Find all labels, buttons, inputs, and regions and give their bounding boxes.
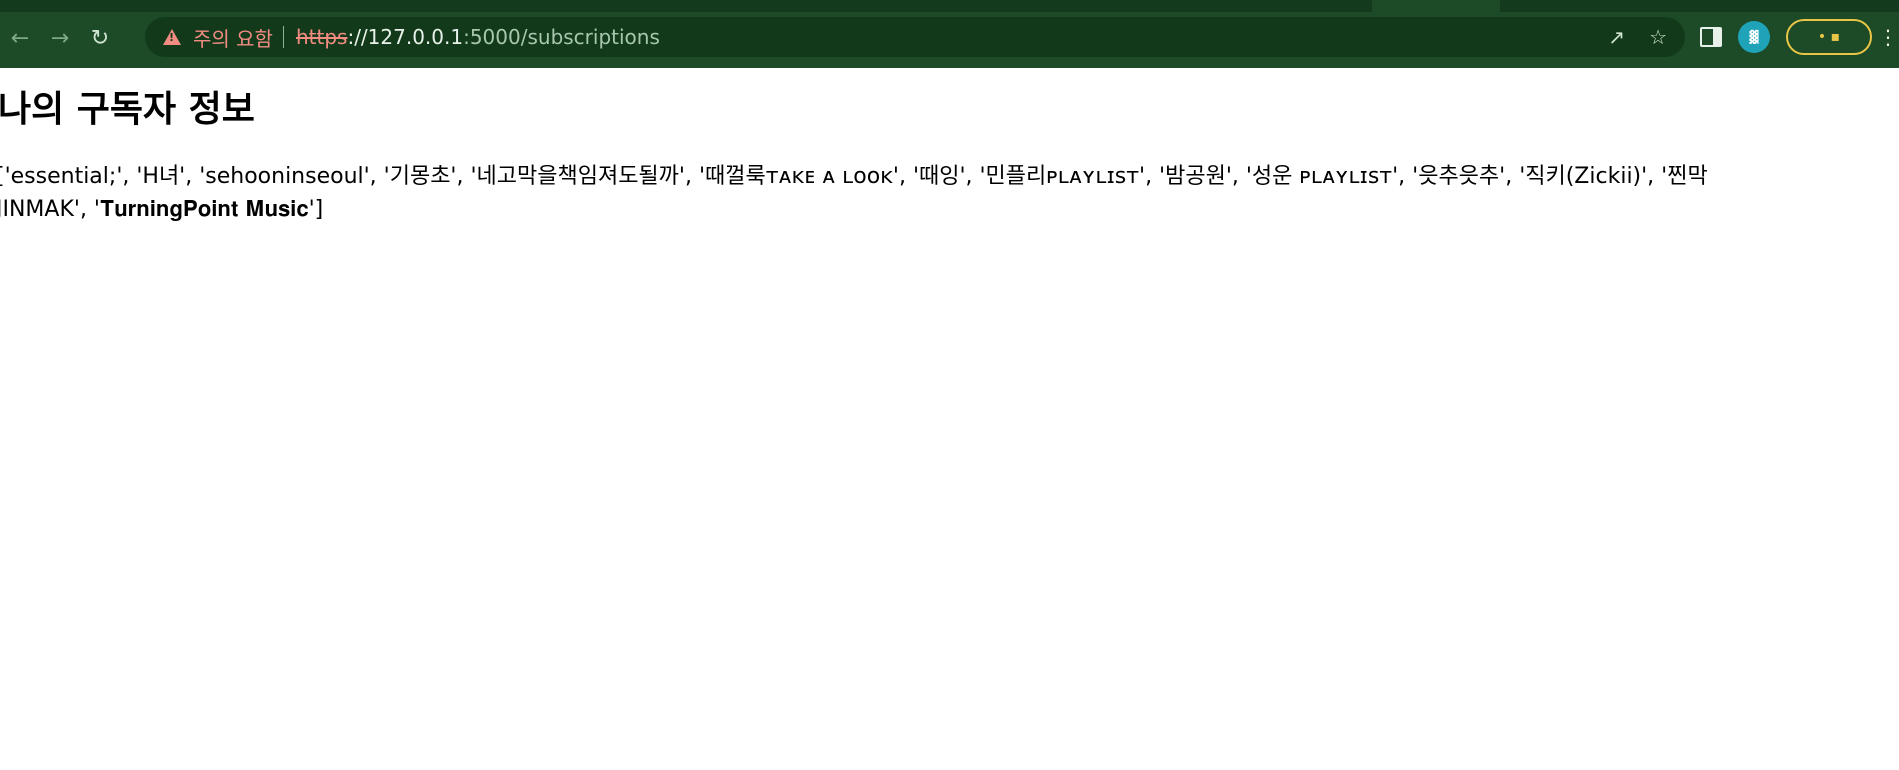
forward-icon[interactable]: →	[40, 18, 80, 58]
subscriptions-list-text: ['essential;', 'H녀', 'sehooninseoul', '기…	[0, 164, 1708, 222]
profile-avatar[interactable]: • ▪	[1786, 19, 1872, 55]
browser-chrome: ← → ↻ 주의 요함 https://127.0.0.1:5000/subsc…	[0, 0, 1899, 69]
active-tab[interactable]	[1372, 0, 1500, 12]
security-status-label[interactable]: 주의 요함	[193, 23, 273, 52]
url-scheme: https	[295, 25, 348, 49]
bookmark-star-icon[interactable]: ☆	[1649, 25, 1667, 49]
address-bar-actions: ↗ ☆	[1608, 17, 1667, 57]
reload-icon[interactable]: ↻	[80, 18, 120, 58]
share-icon[interactable]: ↗	[1608, 25, 1625, 49]
url-path: :5000/subscriptions	[463, 25, 660, 49]
side-panel-icon[interactable]	[1700, 27, 1722, 47]
page-title: 나의 구독자 정보	[0, 89, 255, 130]
tab-strip	[0, 0, 1899, 12]
url-text[interactable]: https://127.0.0.1:5000/subscriptions	[296, 25, 660, 49]
address-divider	[282, 26, 284, 48]
warning-icon[interactable]	[163, 29, 181, 45]
browser-toolbar: ← → ↻ 주의 요함 https://127.0.0.1:5000/subsc…	[0, 12, 1899, 64]
menu-dots-icon[interactable]: ⋮	[1878, 25, 1898, 49]
address-bar[interactable]: 주의 요함 https://127.0.0.1:5000/subscriptio…	[145, 17, 1685, 57]
url-host: ://127.0.0.1	[347, 25, 464, 49]
page-content: 나의 구독자 정보 ['essential;', 'H녀', 'sehoonin…	[0, 68, 1899, 770]
back-icon[interactable]: ←	[0, 18, 40, 58]
extension-icon[interactable]: ▓	[1738, 21, 1770, 53]
toolbar-right: ▓ • ▪ ⋮	[1700, 17, 1898, 57]
